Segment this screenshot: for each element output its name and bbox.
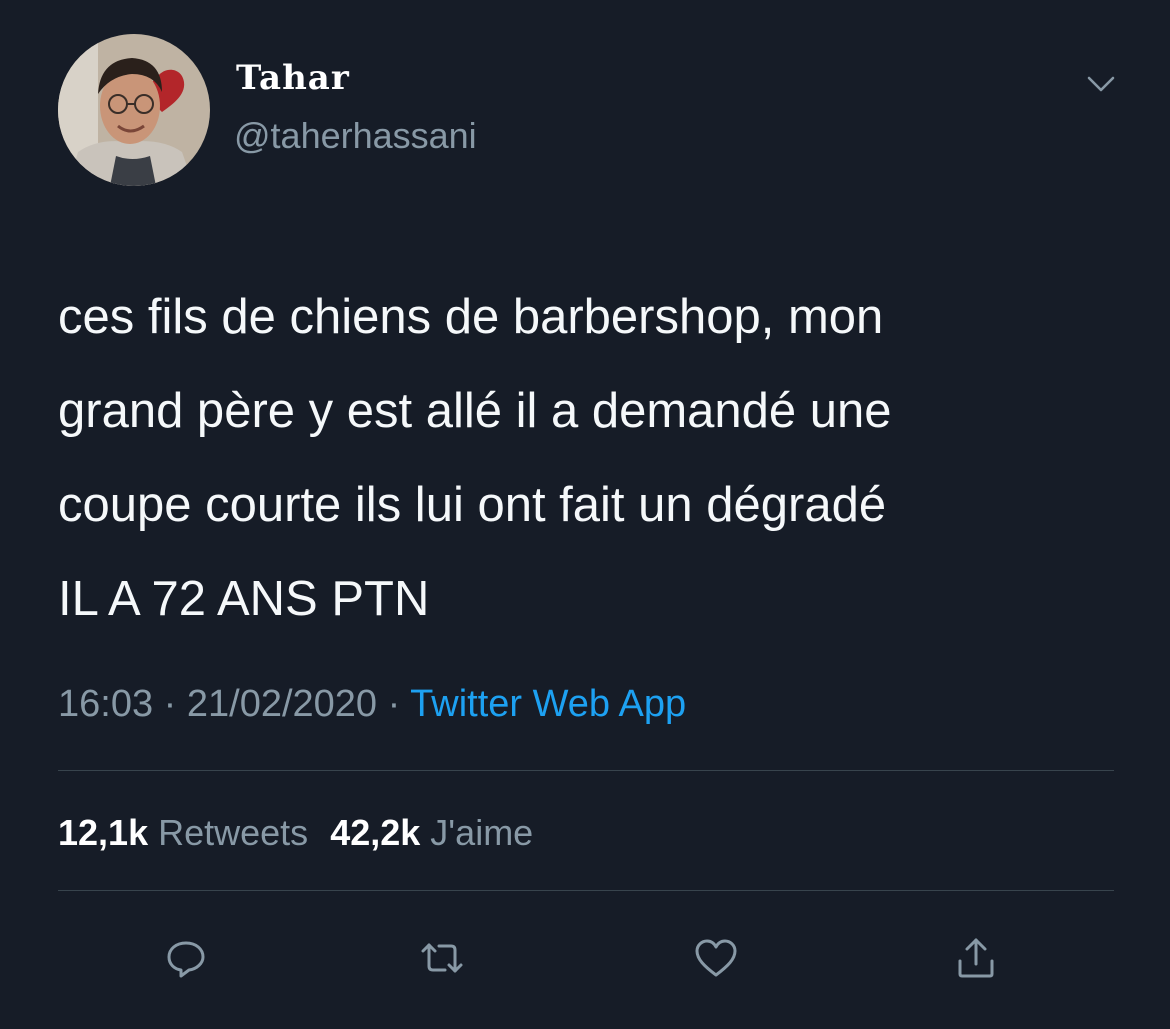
tweet-source-link[interactable]: Twitter Web App [410, 683, 686, 725]
tweet-stats: 12,1k Retweets 42,2k J'aime [58, 810, 533, 856]
likes-stat[interactable]: 42,2k J'aime [330, 812, 533, 853]
tweet-card: Tahar @taherhassani ces fils de chiens d… [0, 0, 1170, 1029]
tweet-text-line: IL A 72 ANS PTN [58, 572, 430, 626]
tweet-text-line: grand père y est allé il a demandé une [58, 384, 892, 438]
divider [58, 890, 1114, 891]
reply-icon[interactable] [162, 934, 210, 982]
likes-label: J'aime [430, 812, 534, 853]
tweet-date: 21/02/2020 [186, 683, 378, 725]
divider [58, 770, 1114, 771]
avatar-photo [58, 34, 210, 186]
tweet-meta: 16:03 · 21/02/2020 · Twitter Web App [58, 680, 686, 728]
retweets-count: 12,1k [58, 812, 149, 853]
likes-count: 42,2k [330, 812, 421, 853]
display-name[interactable]: Tahar [236, 58, 350, 98]
retweets-label: Retweets [158, 812, 309, 853]
user-handle[interactable]: @taherhassani [234, 114, 477, 158]
like-heart-icon[interactable] [692, 934, 740, 982]
tweet-text-line: ces fils de chiens de barbershop, mon [58, 290, 884, 344]
chevron-down-icon[interactable] [1084, 66, 1118, 100]
avatar[interactable] [58, 34, 210, 186]
meta-separator: · [387, 683, 401, 725]
tweet-text-line: coupe courte ils lui ont fait un dégradé [58, 478, 887, 532]
tweet-text: ces fils de chiens de barbershop, mon gr… [58, 270, 1128, 646]
retweet-icon[interactable] [418, 934, 466, 982]
share-icon[interactable] [952, 934, 1000, 982]
meta-separator: · [163, 683, 177, 725]
tweet-time: 16:03 [58, 683, 154, 725]
retweets-stat[interactable]: 12,1k Retweets [58, 812, 308, 853]
